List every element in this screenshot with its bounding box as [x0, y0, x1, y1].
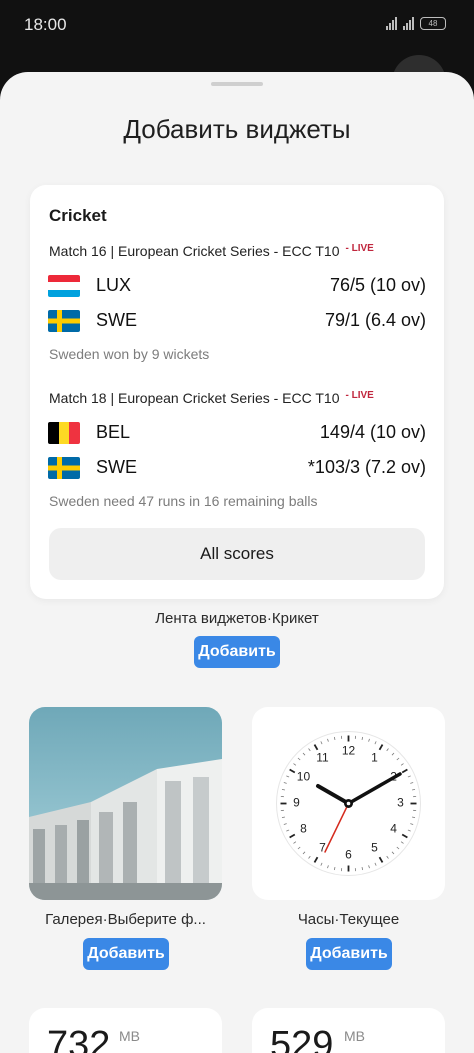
- widget-label: Лента виджетов·Крикет: [155, 610, 319, 627]
- cricket-widget-preview[interactable]: Cricket Match 16 | European Cricket Seri…: [30, 185, 444, 599]
- memory-widget-preview[interactable]: 732 MB: [29, 1008, 222, 1053]
- clock-numeral: 9: [293, 796, 300, 810]
- memory-unit: MB: [344, 1028, 365, 1044]
- signal-icon: [403, 16, 414, 30]
- add-widgets-sheet: Добавить виджеты Cricket Match 16 | Euro…: [0, 72, 474, 1053]
- add-clock-widget-button[interactable]: Добавить: [306, 938, 392, 970]
- team-row: SWE 79/1 (6.4 ov): [48, 308, 426, 334]
- signal-icon: [386, 16, 397, 30]
- team-name: SWE: [96, 310, 138, 330]
- clock-numeral: 5: [371, 841, 378, 855]
- live-badge: - LIVE: [345, 390, 374, 401]
- clock-numeral: 6: [345, 848, 352, 862]
- belgium-flag-icon: [48, 422, 80, 444]
- drag-handle[interactable]: [211, 82, 263, 86]
- team-row: SWE *103/3 (7.2 ov): [48, 455, 426, 481]
- sweden-flag-icon: [48, 457, 80, 479]
- team-row: LUX 76/5 (10 ov): [48, 273, 426, 299]
- team-name: SWE: [96, 457, 138, 477]
- add-gallery-widget-button[interactable]: Добавить: [83, 938, 169, 970]
- battery-icon: 48: [420, 16, 446, 30]
- clock-numeral: 12: [342, 744, 356, 758]
- clock-widget-preview[interactable]: 121234567891011: [252, 707, 445, 900]
- team-row: BEL 149/4 (10 ov): [48, 420, 426, 446]
- clock-numeral: 1: [371, 751, 378, 765]
- memory-widget-preview[interactable]: 529 MB: [252, 1008, 445, 1053]
- clock-numeral: 4: [390, 822, 397, 836]
- widget-title: Cricket: [49, 206, 107, 225]
- team-score: *103/3 (7.2 ov): [307, 457, 426, 477]
- sheet-title: Добавить виджеты: [123, 114, 351, 144]
- analog-clock-icon: 121234567891011: [276, 731, 421, 876]
- clock-numeral: 3: [397, 796, 404, 810]
- team-score: 76/5 (10 ov): [329, 275, 426, 295]
- match-header: Match 18 | European Cricket Series - ECC…: [49, 390, 374, 406]
- match-result: Sweden need 47 runs in 16 remaining ball…: [49, 493, 318, 509]
- clock-numeral: 11: [316, 751, 329, 765]
- match-header: Match 16 | European Cricket Series - ECC…: [49, 243, 374, 259]
- luxembourg-flag-icon: [48, 275, 80, 297]
- match-title: Match 18 | European Cricket Series - ECC…: [49, 390, 340, 406]
- team-name: LUX: [96, 275, 132, 295]
- team-score: 79/1 (6.4 ov): [324, 310, 426, 330]
- add-cricket-widget-button[interactable]: Добавить: [194, 636, 280, 668]
- sweden-flag-icon: [48, 310, 80, 332]
- memory-value: 529: [270, 1024, 334, 1053]
- team-name: BEL: [96, 422, 131, 442]
- memory-value: 732: [47, 1024, 111, 1053]
- widget-label: Галерея·Выберите ф...: [45, 911, 206, 928]
- match-title: Match 16 | European Cricket Series - ECC…: [49, 243, 340, 259]
- team-score: 149/4 (10 ov): [319, 422, 426, 442]
- gallery-widget-preview[interactable]: [29, 707, 222, 900]
- status-bar: 18:00 48: [0, 0, 474, 50]
- status-time: 18:00: [24, 15, 67, 34]
- widget-label: Часы·Текущее: [297, 911, 400, 928]
- match-result: Sweden won by 9 wickets: [49, 346, 210, 362]
- architecture-photo: [29, 759, 222, 900]
- memory-unit: MB: [119, 1028, 140, 1044]
- clock-numeral: 10: [297, 770, 311, 784]
- live-badge: - LIVE: [345, 243, 374, 254]
- clock-numeral: 8: [300, 822, 307, 836]
- all-scores-button[interactable]: All scores: [49, 528, 425, 580]
- status-icons: 48: [386, 16, 446, 30]
